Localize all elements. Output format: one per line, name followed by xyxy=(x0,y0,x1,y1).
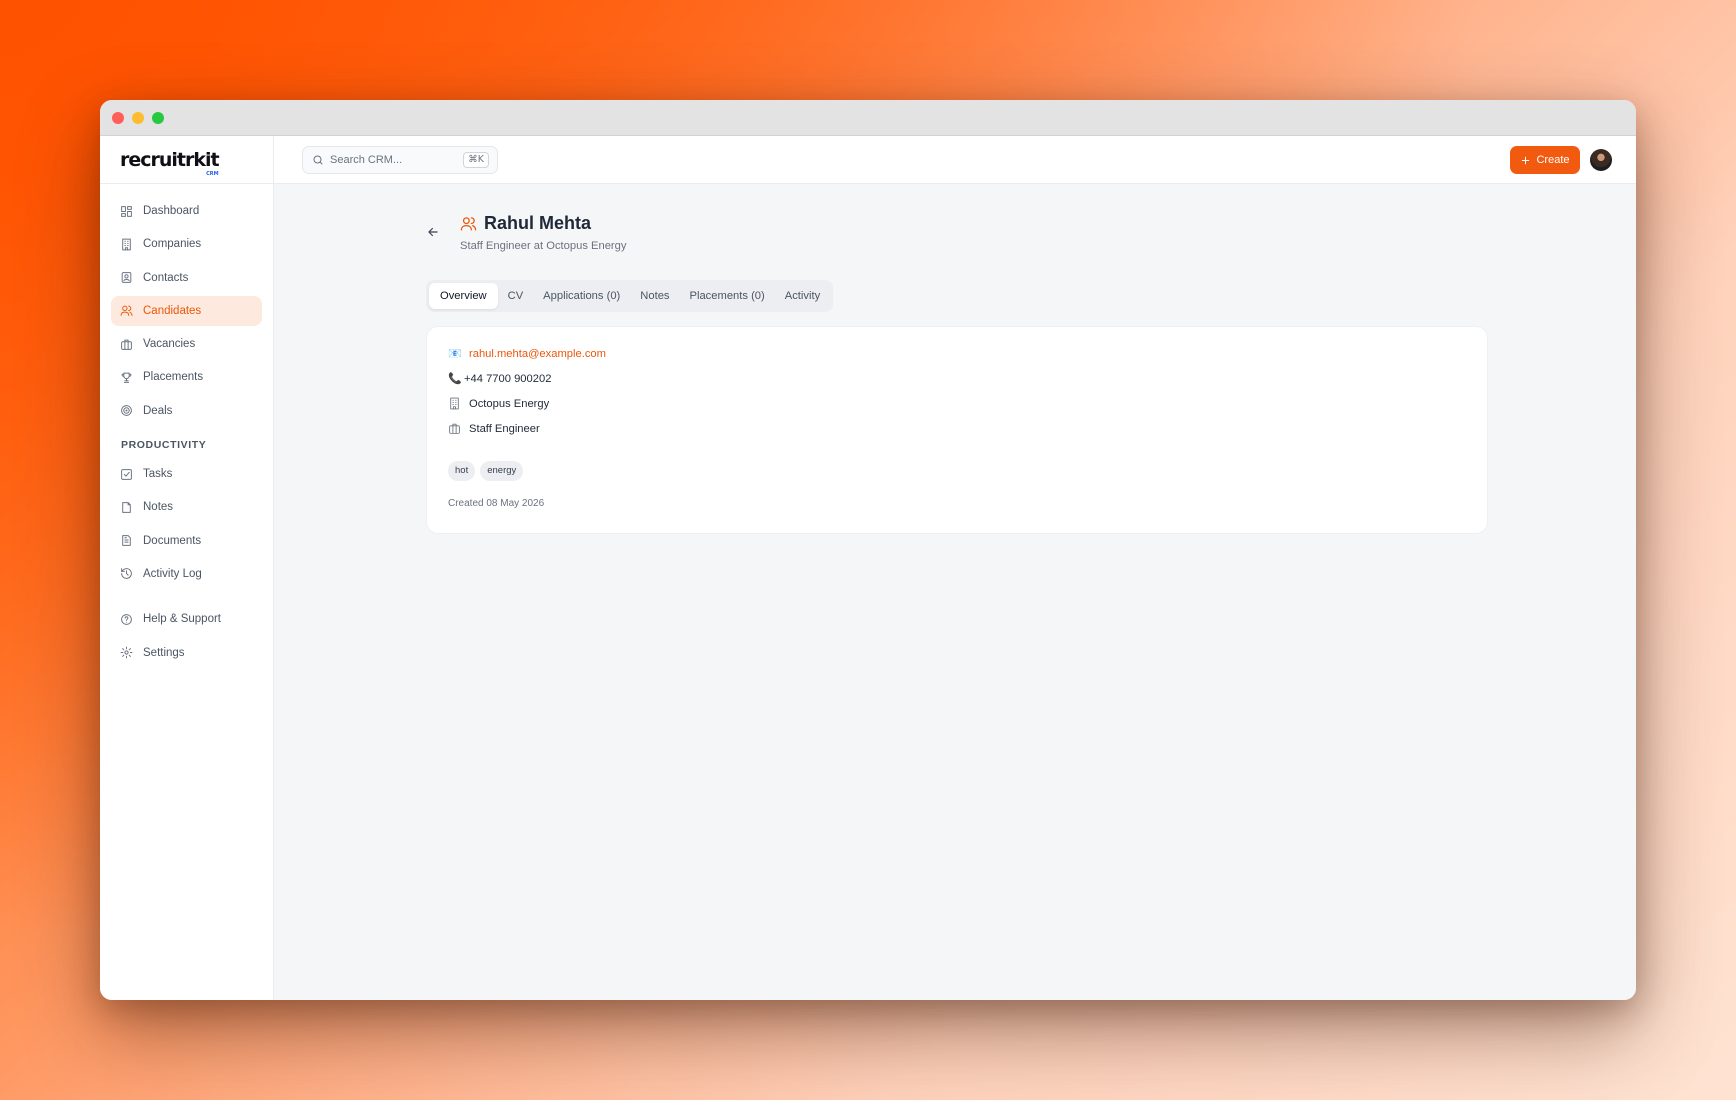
sidebar-item-companies[interactable]: Companies xyxy=(111,229,262,259)
sidebar-item-candidates[interactable]: Candidates xyxy=(111,295,262,326)
contact-card-icon xyxy=(121,272,132,283)
phone-row: 📞 +44 7700 900202 xyxy=(448,372,551,385)
gear-icon xyxy=(120,646,133,659)
tab-bar: Overview CV Applications (0) Notes Place… xyxy=(426,280,834,312)
sidebar-item-label: Candidates xyxy=(143,304,202,317)
sidebar-item-help-support[interactable]: Help & Support xyxy=(111,604,262,634)
sidebar-item-activity-log[interactable]: Activity Log xyxy=(111,559,262,589)
tag-badge: energy xyxy=(480,461,524,481)
briefcase-icon xyxy=(121,339,132,350)
sidebar-item-vacancies[interactable]: Vacancies xyxy=(111,329,262,359)
tag-badge: hot xyxy=(448,461,476,481)
sidebar-item-notes[interactable]: Notes xyxy=(111,492,262,522)
overview-card: 📧 rahul.mehta@example.com 📞 +44 7700 900… xyxy=(426,326,1488,534)
sidebar: recruitrkit CRM Dashboard Companies Cont… xyxy=(100,136,274,1000)
top-bar: ⌘K Create xyxy=(274,136,1636,184)
create-button-label: Create xyxy=(1536,154,1570,166)
brand-logo-sub: CRM xyxy=(206,170,219,177)
tab-activity[interactable]: Activity xyxy=(775,283,830,309)
sidebar-item-label: Tasks xyxy=(143,468,173,481)
sidebar-item-label: Documents xyxy=(143,534,202,547)
dashboard-icon xyxy=(121,205,132,217)
search-icon xyxy=(313,155,323,165)
app-window: recruitrkit CRM Dashboard Companies Cont… xyxy=(100,100,1636,1000)
sidebar-item-tasks[interactable]: Tasks xyxy=(111,459,262,489)
email-row: 📧 rahul.mehta@example.com xyxy=(448,347,606,360)
tab-placements[interactable]: Placements (0) xyxy=(680,283,775,309)
company-row: Octopus Energy xyxy=(448,397,549,410)
tab-applications[interactable]: Applications (0) xyxy=(533,283,630,309)
main-area: ⌘K Create Rahul Mehta Staff xyxy=(274,136,1636,1000)
page-header: Rahul Mehta Staff Engineer at Octopus En… xyxy=(424,184,1486,254)
sidebar-item-contacts[interactable]: Contacts xyxy=(111,263,262,293)
phone-value: +44 7700 900202 xyxy=(464,372,552,385)
minimize-window-button[interactable] xyxy=(132,111,144,124)
sidebar-item-documents[interactable]: Documents xyxy=(111,526,262,556)
envelope-icon: 📧 xyxy=(448,347,462,360)
sidebar-item-label: Activity Log xyxy=(143,567,202,580)
plus-icon xyxy=(1522,156,1530,164)
page-title: Rahul Mehta xyxy=(484,213,592,233)
checkbox-icon xyxy=(121,468,132,480)
page-subtitle: Staff Engineer at Octopus Energy xyxy=(460,240,627,252)
sidebar-item-label: Deals xyxy=(143,404,173,417)
help-icon xyxy=(121,613,132,625)
candidate-detail: Rahul Mehta Staff Engineer at Octopus En… xyxy=(424,184,1488,534)
sidebar-item-deals[interactable]: Deals xyxy=(111,396,262,426)
history-icon xyxy=(121,568,132,580)
sidebar-item-label: Settings xyxy=(143,646,185,659)
note-icon xyxy=(122,502,131,513)
sidebar-item-label: Dashboard xyxy=(143,205,200,217)
user-avatar[interactable] xyxy=(1590,149,1612,171)
title-row: Rahul Mehta xyxy=(460,213,591,234)
search-input[interactable] xyxy=(330,154,450,166)
job-title-row: Staff Engineer xyxy=(448,422,540,435)
search-shortcut-hint: ⌘K xyxy=(463,152,489,168)
sidebar-item-placements[interactable]: Placements xyxy=(111,362,262,392)
brand-logo-text: recruitrkit xyxy=(120,148,220,171)
job-title-value: Staff Engineer xyxy=(469,422,540,435)
tab-overview[interactable]: Overview xyxy=(429,283,498,309)
productivity-heading: PRODUCTIVITY xyxy=(121,439,207,452)
arrow-left-icon xyxy=(428,227,438,237)
sidebar-item-label: Help & Support xyxy=(143,613,221,626)
sidebar-nav: Dashboard Companies Contacts Candidates … xyxy=(100,184,273,668)
logo-area: recruitrkit CRM xyxy=(100,136,273,184)
back-button[interactable] xyxy=(426,225,440,239)
created-date: Created 08 May 2026 xyxy=(448,498,545,509)
sidebar-item-settings[interactable]: Settings xyxy=(111,638,262,668)
building-icon xyxy=(450,397,459,410)
search-box[interactable]: ⌘K xyxy=(302,146,498,174)
sidebar-item-label: Placements xyxy=(143,371,204,384)
document-icon xyxy=(122,535,131,547)
target-icon xyxy=(121,405,132,417)
sidebar-item-label: Vacancies xyxy=(143,338,196,351)
company-value: Octopus Energy xyxy=(469,397,550,410)
tab-cv[interactable]: CV xyxy=(498,283,534,309)
maximize-window-button[interactable] xyxy=(152,111,164,124)
users-icon xyxy=(120,306,133,317)
sidebar-item-label: Companies xyxy=(143,238,202,251)
close-window-button[interactable] xyxy=(112,111,124,124)
phone-icon: 📞 xyxy=(448,372,462,385)
sidebar-item-label: Notes xyxy=(143,501,174,514)
tag-list: hot energy xyxy=(448,461,524,481)
create-button[interactable]: Create xyxy=(1510,146,1580,174)
tab-notes[interactable]: Notes xyxy=(630,283,679,309)
sidebar-item-dashboard[interactable]: Dashboard xyxy=(111,196,262,226)
email-link[interactable]: rahul.mehta@example.com xyxy=(469,348,606,360)
building-icon xyxy=(122,238,131,251)
brand-logo[interactable]: recruitrkit CRM xyxy=(120,148,220,177)
sidebar-item-label: Contacts xyxy=(143,271,189,284)
briefcase-icon xyxy=(449,423,460,434)
window-titlebar xyxy=(100,100,1636,136)
users-icon xyxy=(460,217,477,231)
trophy-icon xyxy=(121,372,132,383)
